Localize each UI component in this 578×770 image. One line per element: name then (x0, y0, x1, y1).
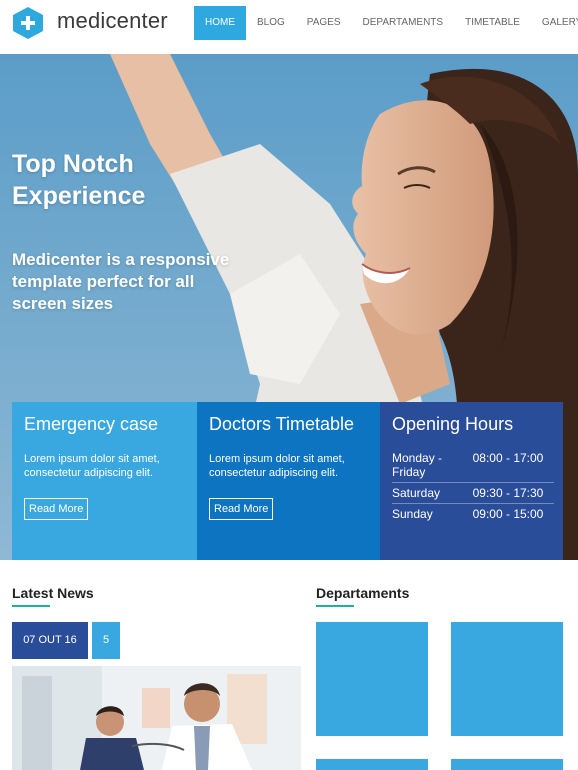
emergency-read-more-button[interactable]: Read More (24, 498, 89, 520)
news-date-badge: 07 OUT 16 (12, 622, 88, 659)
department-tile[interactable] (451, 622, 563, 736)
opening-hours-table: Monday - Friday 08:00 - 17:00 Saturday 0… (392, 448, 554, 524)
nav-item-departaments[interactable]: DEPARTAMENTS (352, 6, 455, 40)
emergency-case-text: Lorem ipsum dolor sit amet, consectetur … (24, 453, 160, 479)
emergency-case-title: Emergency case (24, 414, 159, 434)
doctors-timetable-title: Doctors Timetable (209, 414, 355, 434)
doctors-timetable-text: Lorem ipsum dolor sit amet, consectetur … (209, 453, 345, 479)
doctors-timetable-box: Doctors Timetable Lorem ipsum dolor sit … (197, 402, 380, 560)
department-tile[interactable] (451, 759, 563, 770)
site-header: medicenter HOME BLOG PAGES DEPARTAMENTS … (0, 0, 578, 54)
latest-news-heading: Latest News (12, 585, 94, 601)
latest-news-underline (12, 605, 50, 607)
opening-hours-title: Opening Hours (392, 414, 514, 434)
nav-item-galery[interactable]: GALERY (531, 6, 578, 40)
nav-item-blog[interactable]: BLOG (246, 6, 296, 40)
hours-time: 09:00 - 15:00 (472, 507, 544, 521)
main-nav: HOME BLOG PAGES DEPARTAMENTS TIMETABLE G… (194, 6, 578, 40)
opening-hours-box: Opening Hours Monday - Friday 08:00 - 17… (380, 402, 563, 560)
emergency-case-box: Emergency case Lorem ipsum dolor sit ame… (12, 402, 197, 560)
hours-time: 09:30 - 17:30 (472, 486, 544, 500)
nav-item-pages[interactable]: PAGES (296, 6, 352, 40)
doctor-child-illustration (12, 666, 301, 770)
hours-row: Monday - Friday 08:00 - 17:00 (392, 448, 554, 483)
news-doctor-photo[interactable] (12, 666, 301, 770)
department-tile[interactable] (316, 622, 428, 736)
department-tile[interactable] (316, 759, 428, 770)
hours-row: Saturday 09:30 - 17:30 (392, 483, 554, 504)
departaments-underline (316, 605, 354, 607)
hours-row: Sunday 09:00 - 15:00 (392, 504, 554, 524)
hours-day: Sunday (392, 507, 433, 521)
site-logo-text[interactable]: medicenter (57, 8, 168, 34)
hours-time: 08:00 - 17:00 (472, 451, 544, 465)
timetable-read-more-button[interactable]: Read More (209, 498, 274, 520)
news-comment-count[interactable]: 5 (92, 622, 120, 659)
nav-item-timetable[interactable]: TIMETABLE (454, 6, 531, 40)
hero-subtitle: Medicenter is a responsive template perf… (12, 250, 230, 313)
nav-item-home[interactable]: HOME (194, 6, 246, 40)
hours-day: Saturday (392, 486, 441, 500)
medicenter-logo-icon[interactable] (12, 6, 44, 40)
departaments-heading: Departaments (316, 585, 410, 601)
hero-title: Top Notch Experience (12, 150, 146, 210)
hours-day: Monday - Friday (392, 451, 443, 479)
